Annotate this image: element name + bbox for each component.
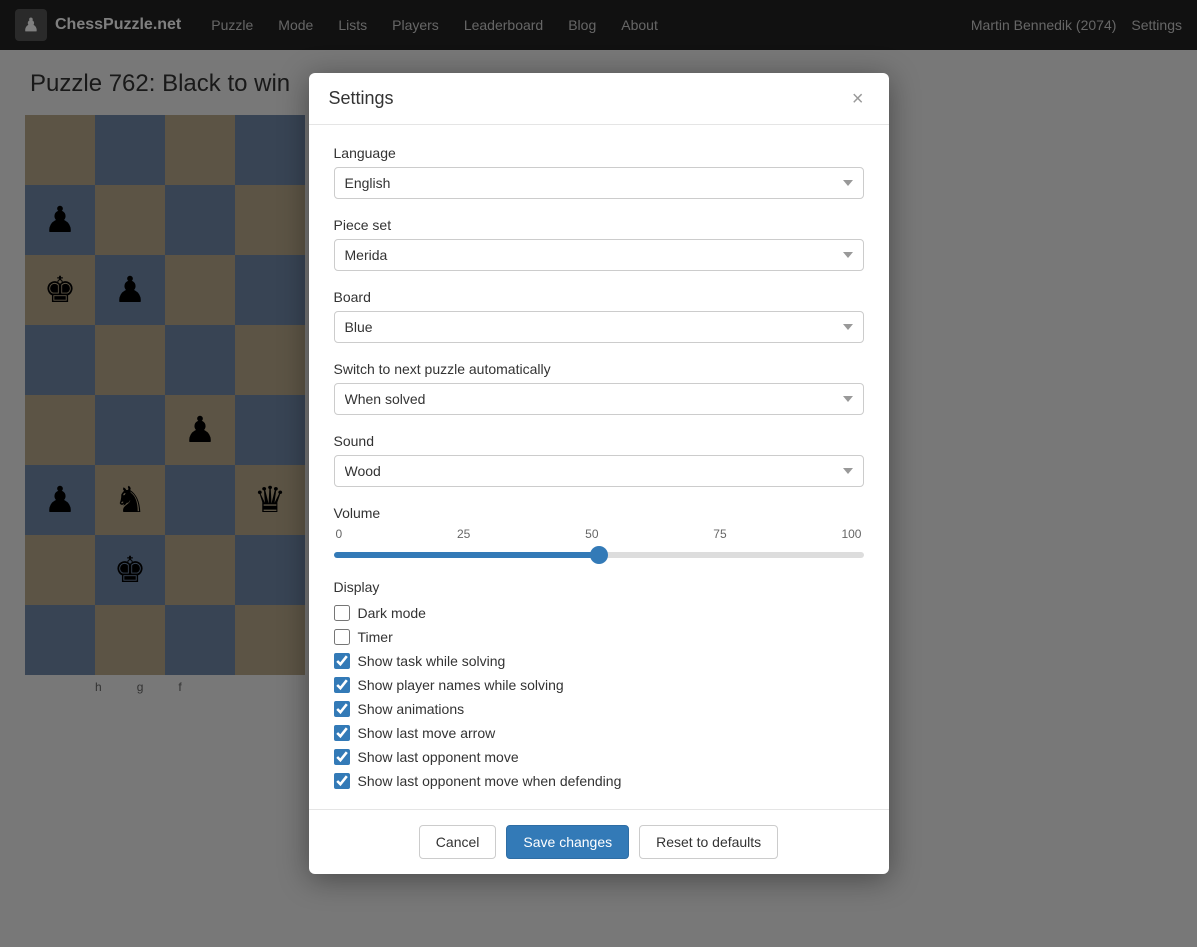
modal-body: Language English Deutsch Français Españo… xyxy=(309,125,889,809)
sound-select[interactable]: Wood Snap Click Silent xyxy=(334,455,864,487)
checkbox-group: Dark mode Timer Show task while solving … xyxy=(334,605,864,789)
modal-close-button[interactable]: × xyxy=(847,89,869,109)
board-label: Board xyxy=(334,289,864,305)
modal-title: Settings xyxy=(329,88,394,109)
modal-footer: Cancel Save changes Reset to defaults xyxy=(309,809,889,874)
tick-75: 75 xyxy=(713,527,726,541)
volume-slider[interactable] xyxy=(334,552,864,558)
language-label: Language xyxy=(334,145,864,161)
tick-100: 100 xyxy=(841,527,861,541)
show-task-label: Show task while solving xyxy=(358,653,506,669)
checkbox-show-animations[interactable]: Show animations xyxy=(334,701,864,717)
sound-group: Sound Wood Snap Click Silent xyxy=(334,433,864,487)
show-animations-label: Show animations xyxy=(358,701,465,717)
language-select[interactable]: English Deutsch Français Español Italian… xyxy=(334,167,864,199)
checkbox-show-last-move[interactable]: Show last move arrow xyxy=(334,725,864,741)
checkbox-show-last-opponent-defending[interactable]: Show last opponent move when defending xyxy=(334,773,864,789)
piece-set-label: Piece set xyxy=(334,217,864,233)
timer-label: Timer xyxy=(358,629,393,645)
volume-ticks: 0 25 50 75 100 xyxy=(334,527,864,541)
switch-label: Switch to next puzzle automatically xyxy=(334,361,864,377)
checkbox-dark-mode[interactable]: Dark mode xyxy=(334,605,864,621)
volume-section: Volume 0 25 50 75 100 xyxy=(334,505,864,561)
checkbox-show-last-opponent[interactable]: Show last opponent move xyxy=(334,749,864,765)
show-animations-checkbox[interactable] xyxy=(334,701,350,717)
board-select[interactable]: Blue Brown Green Purple xyxy=(334,311,864,343)
dark-mode-label: Dark mode xyxy=(358,605,426,621)
modal-header: Settings × xyxy=(309,73,889,125)
language-group: Language English Deutsch Français Españo… xyxy=(334,145,864,199)
show-last-opponent-label: Show last opponent move xyxy=(358,749,519,765)
save-button[interactable]: Save changes xyxy=(506,825,629,859)
reset-button[interactable]: Reset to defaults xyxy=(639,825,778,859)
tick-50: 50 xyxy=(585,527,598,541)
switch-select[interactable]: When solved Never After viewing solution xyxy=(334,383,864,415)
tick-25: 25 xyxy=(457,527,470,541)
switch-group: Switch to next puzzle automatically When… xyxy=(334,361,864,415)
piece-set-group: Piece set Merida Alpha Chess7 Chessnut F… xyxy=(334,217,864,271)
show-last-move-checkbox[interactable] xyxy=(334,725,350,741)
show-last-move-label: Show last move arrow xyxy=(358,725,496,741)
timer-checkbox[interactable] xyxy=(334,629,350,645)
cancel-button[interactable]: Cancel xyxy=(419,825,497,859)
dark-mode-checkbox[interactable] xyxy=(334,605,350,621)
show-last-opponent-checkbox[interactable] xyxy=(334,749,350,765)
checkbox-timer[interactable]: Timer xyxy=(334,629,864,645)
show-task-checkbox[interactable] xyxy=(334,653,350,669)
display-section: Display Dark mode Timer Show task while … xyxy=(334,579,864,789)
show-player-names-checkbox[interactable] xyxy=(334,677,350,693)
show-last-opponent-defending-checkbox[interactable] xyxy=(334,773,350,789)
modal-overlay: Settings × Language English Deutsch Fran… xyxy=(0,0,1197,947)
piece-set-select[interactable]: Merida Alpha Chess7 Chessnut Fantasy xyxy=(334,239,864,271)
board-group: Board Blue Brown Green Purple xyxy=(334,289,864,343)
settings-modal: Settings × Language English Deutsch Fran… xyxy=(309,73,889,874)
display-label: Display xyxy=(334,579,864,595)
volume-label: Volume xyxy=(334,505,864,521)
checkbox-show-task[interactable]: Show task while solving xyxy=(334,653,864,669)
tick-0: 0 xyxy=(336,527,343,541)
checkbox-show-player-names[interactable]: Show player names while solving xyxy=(334,677,864,693)
sound-label: Sound xyxy=(334,433,864,449)
show-last-opponent-defending-label: Show last opponent move when defending xyxy=(358,773,622,789)
show-player-names-label: Show player names while solving xyxy=(358,677,564,693)
